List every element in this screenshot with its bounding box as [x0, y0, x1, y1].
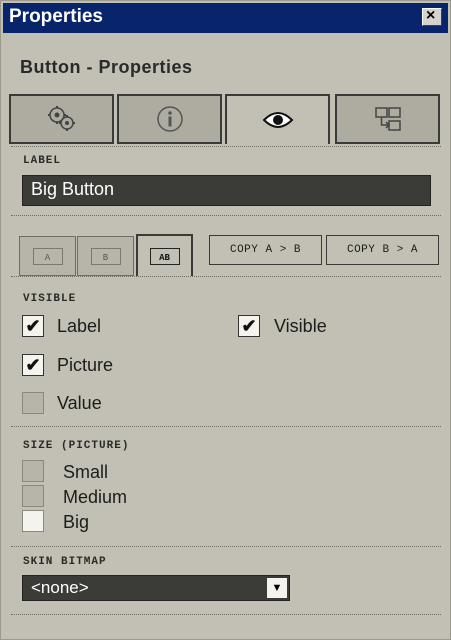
value-checkbox-label: Value [57, 393, 102, 413]
check-icon: ✔ [241, 316, 257, 336]
divider [11, 614, 441, 615]
label-checkbox[interactable]: ✔ [22, 315, 44, 337]
visible-section-title: VISIBLE [23, 293, 77, 305]
properties-window: Properties × Button - Properties LABEL B… [0, 0, 451, 640]
connect-icon [374, 107, 401, 131]
eye-icon [262, 112, 293, 128]
label-section-title: LABEL [23, 155, 62, 167]
check-icon: ✔ [25, 316, 41, 336]
ab-icon: AB [149, 247, 180, 265]
picture-checkbox[interactable]: ✔ [22, 354, 44, 376]
gears-icon [47, 106, 75, 131]
size-medium-option[interactable] [22, 485, 44, 507]
close-button[interactable]: × [422, 7, 442, 26]
skin-bitmap-value: <none> [31, 578, 89, 597]
tab-info[interactable] [117, 94, 222, 144]
close-icon: × [426, 7, 436, 24]
chevron-down-icon[interactable]: ▼ [267, 578, 287, 598]
visible-checkbox-label: Visible [274, 316, 327, 336]
divider [11, 146, 441, 147]
b-icon: B [90, 247, 121, 265]
tab-a[interactable]: A [19, 236, 76, 276]
divider [11, 426, 441, 427]
divider [11, 546, 441, 547]
property-tabs [9, 94, 442, 146]
panel-heading: Button - Properties [20, 57, 193, 77]
skin-bitmap-select[interactable]: <none> ▼ [22, 575, 290, 601]
size-medium-label: Medium [63, 487, 128, 507]
picture-checkbox-label: Picture [57, 355, 114, 375]
copy-b-to-a-button[interactable]: COPY B > A [326, 235, 439, 265]
info-icon [156, 106, 183, 132]
value-checkbox[interactable] [22, 392, 44, 414]
divider [11, 215, 441, 216]
skin-section-title: SKIN BITMAP [23, 556, 107, 568]
check-icon: ✔ [25, 355, 41, 375]
tab-ab[interactable]: AB [136, 234, 193, 276]
tab-connect[interactable] [335, 94, 440, 144]
window-title: Properties [9, 6, 103, 27]
size-big-option[interactable] [22, 510, 44, 532]
label-checkbox-label: Label [57, 316, 102, 336]
divider [11, 276, 441, 277]
title-bar[interactable]: Properties × [3, 3, 448, 33]
tab-b[interactable]: B [77, 236, 134, 276]
visible-checkbox[interactable]: ✔ [238, 315, 260, 337]
tab-view[interactable] [225, 94, 330, 144]
size-section-title: SIZE (PICTURE) [23, 440, 130, 452]
tab-function[interactable] [9, 94, 114, 144]
copy-a-to-b-button[interactable]: COPY A > B [209, 235, 322, 265]
size-small-option[interactable] [22, 460, 44, 482]
size-small-label: Small [63, 462, 109, 482]
size-big-label: Big [63, 512, 90, 532]
a-icon: A [32, 247, 63, 265]
label-input[interactable]: Big Button [22, 175, 431, 206]
